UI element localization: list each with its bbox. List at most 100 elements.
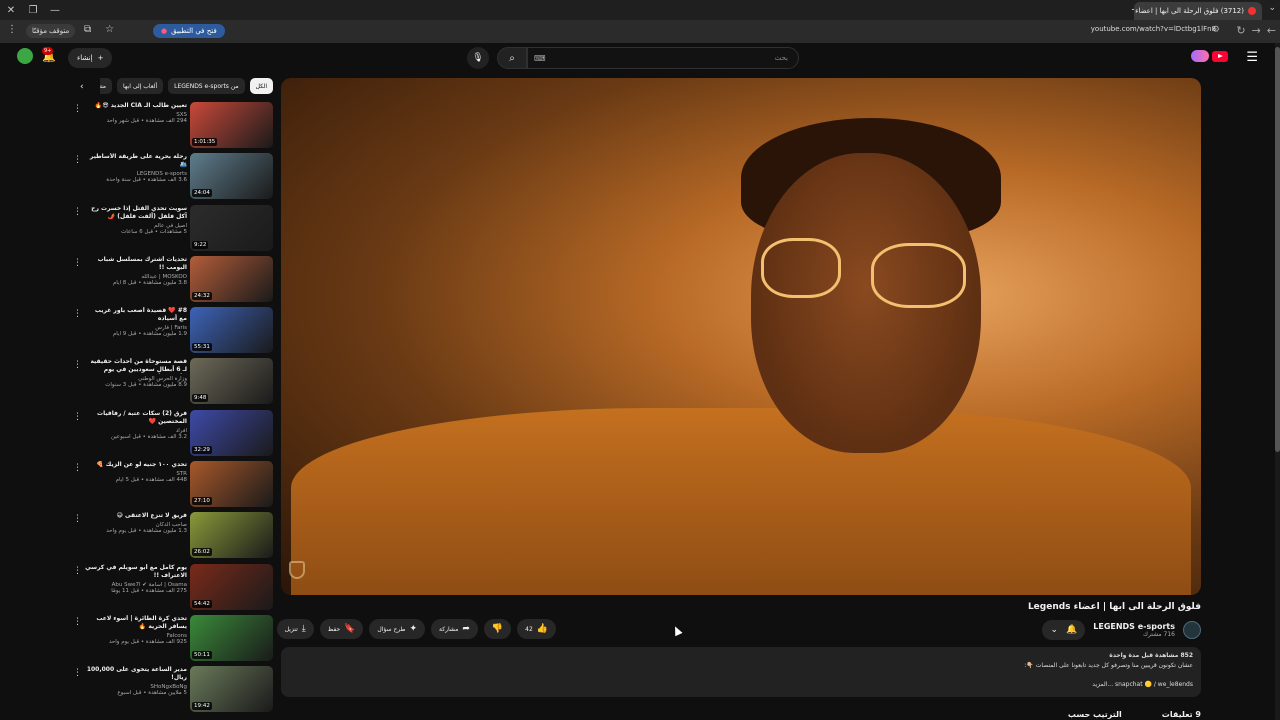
list-item[interactable]: 27:10 تحدي ١٠٠ جنيه لو عن الزيك 🍕 STR 44… [70,461,275,512]
video-thumbnail[interactable]: 24:32 [190,255,273,302]
description-text: عشان تكونون قريبين منا وتصرفو كل جديد تا… [1024,662,1193,669]
duration-badge: 32:29 [192,445,212,454]
download-button[interactable]: ⤓ تنزيل [276,619,314,639]
forward-icon[interactable]: → [1252,24,1261,37]
rec-title[interactable]: قصة مستوحاة من أحداث حقيقية لـ 6 أبطال س… [85,358,187,374]
like-button[interactable]: 👍 42 [517,619,556,639]
video-thumbnail[interactable]: 1:01:35 [190,102,273,148]
video-thumbnail[interactable]: 19:42 [190,666,273,713]
more-options-icon[interactable]: ⋮ [73,309,82,319]
more-options-icon[interactable]: ⋮ [73,463,82,473]
window-close-icon[interactable]: ✕ [0,0,22,20]
plus-icon: + [97,54,104,62]
sort-button[interactable]: الترتيب حسب [1068,710,1122,719]
rec-title[interactable]: تحدي كرة الطائرة | أسوء لاعب يسافر الحري… [85,615,187,631]
video-thumbnail[interactable]: 24:04 [190,153,273,200]
avatar[interactable] [17,48,33,64]
ask-button[interactable]: ✦ طرح سؤال [369,619,425,639]
share-button[interactable]: ➦ مشاركة [431,619,478,639]
more-options-icon[interactable]: ⋮ [73,514,82,524]
scrollbar-thumb[interactable] [1275,47,1280,452]
list-item[interactable]: 19:42 مدير الساعة يتخوى على 100,000 ريال… [70,666,275,717]
description-box[interactable]: 852 مشاهدة قبل مدة واحدة عشان تكونون قري… [281,647,1201,697]
subscribed-button[interactable]: 🔔 ⌄ [1042,620,1086,640]
video-thumbnail[interactable]: 55:31 [190,307,273,354]
rec-title[interactable]: فرق (2) سكات عتبة / رفاقيات المختصين ❤️ [85,410,187,426]
video-thumbnail[interactable]: 9:22 [190,204,273,251]
video-thumbnail[interactable]: 50:11 [190,614,273,661]
chevron-left-icon[interactable]: ‹ [80,82,84,92]
tab-search-chevron-icon[interactable]: ⌄ [1268,3,1276,13]
rec-title[interactable]: تحديات أشترك بمسلسل شباب البومب !! [85,256,187,272]
rec-title[interactable]: تحدي ١٠٠ جنيه لو عن الزيك 🍕 [85,461,187,469]
video-player[interactable] [281,78,1201,595]
chip-all[interactable]: الكل [249,78,273,94]
channel-avatar[interactable] [1183,621,1201,639]
save-button[interactable]: 🔖 حفظ [319,619,364,639]
description-more[interactable]: snapchat 🟡 / we_le8ends ...المزيد [289,681,1193,688]
chip-from-channel[interactable]: من LEGENDS e-sports [168,78,245,94]
back-icon[interactable]: ← [1267,24,1276,37]
rec-title[interactable]: رحلة بحرية على طريقة الأساطير 🛳️ [85,153,187,169]
channel-watermark-icon[interactable] [289,561,305,579]
search-button[interactable]: ⌕ [497,47,527,69]
list-item[interactable]: 24:32 تحديات أشترك بمسلسل شباب البومب !!… [70,255,275,307]
dislike-button[interactable]: 👎 [483,619,512,639]
voice-search-button[interactable]: 🎙 [467,47,489,69]
more-options-icon[interactable]: ⋮ [73,155,82,165]
rec-title[interactable]: سويت تحدي القتل إذا خسرت رح آكل فلفل (أل… [85,205,187,221]
list-item[interactable]: 55:31 #8 ❤️ قصيدة أصعب باور غريب مع أسيا… [70,307,275,358]
more-options-icon[interactable]: ⋮ [73,668,82,678]
window-minimize-icon[interactable]: — [44,0,66,20]
rec-title[interactable]: فريق لا تنزع الاعتقى 😅 [85,512,187,520]
view-stats: 852 مشاهدة قبل مدة واحدة [1109,652,1193,659]
duration-badge: 54:42 [192,599,212,608]
browser-menu-icon[interactable]: ⋮ [7,24,17,35]
video-thumbnail[interactable]: 9:48 [190,358,273,405]
extensions-icon[interactable]: ⧉ [84,24,91,35]
create-button[interactable]: إنشاء + [68,48,113,68]
paused-profile-chip[interactable]: متوقف مؤقتًا [26,24,76,38]
scrollbar[interactable] [1275,43,1280,720]
rec-title[interactable]: مدير الساعة يتخوى على 100,000 ريال! [85,666,187,682]
list-item[interactable]: 32:29 فرق (2) سكات عتبة / رفاقيات المختص… [70,409,275,461]
notifications-button[interactable]: 🔔 9+ [42,47,56,63]
list-item[interactable]: 54:42 يوم كامل مع أبو سويلم في كرسي الاع… [70,563,275,615]
browser-tab-active[interactable]: (3712) فلوق الرحلة الى ابها | اعضاء [1134,2,1262,20]
list-item[interactable]: 9:48 قصة مستوحاة من أحداث حقيقية لـ 6 أب… [70,358,275,409]
list-item[interactable]: 26:02 فريق لا تنزع الاعتقى 😅 صاحب الدكان… [70,512,275,563]
more-options-icon[interactable]: ⋮ [73,207,82,217]
more-options-icon[interactable]: ⋮ [73,360,82,370]
video-thumbnail[interactable]: 32:29 [190,409,273,456]
video-thumbnail[interactable]: 54:42 [190,563,273,610]
rec-text: تحديات أشترك بمسلسل شباب البومب !! MOSKO… [85,256,187,286]
more-options-icon[interactable]: ⋮ [73,104,82,114]
list-item[interactable]: 1:01:35 تعيين طالب الـ CIA الجديد 😎🔥 SXS… [70,102,275,153]
reload-icon[interactable]: ↻ [1236,24,1245,37]
youtube-logo[interactable] [1191,50,1228,62]
more-options-icon[interactable]: ⋮ [73,258,82,268]
list-item[interactable]: 24:04 رحلة بحرية على طريقة الأساطير 🛳️ L… [70,153,275,204]
download-icon: ⤓ [301,624,306,634]
channel-name[interactable]: LEGENDS e-sports [1093,622,1175,631]
list-item[interactable]: 9:22 سويت تحدي القتل إذا خسرت رح آكل فلف… [70,204,275,256]
more-options-icon[interactable]: ⋮ [73,617,82,627]
bookmark-star-icon[interactable]: ☆ [105,24,114,35]
window-restore-icon[interactable]: ❐ [22,0,44,20]
rec-title[interactable]: #8 ❤️ قصيدة أصعب باور غريب مع أسياده [85,307,187,323]
keyboard-icon[interactable]: ⌨ [534,54,546,63]
more-options-icon[interactable]: ⋮ [73,566,82,576]
rec-title[interactable]: يوم كامل مع أبو سويلم في كرسي الاعتراف !… [85,564,187,580]
search-input[interactable]: بحث ⌨ [527,47,799,69]
video-thumbnail[interactable]: 26:02 [190,512,273,559]
list-item[interactable]: 50:11 تحدي كرة الطائرة | أسوء لاعب يسافر… [70,614,275,666]
open-in-app-button[interactable]: ● فتح في التطبيق [153,24,225,38]
save-label: حفظ [327,625,341,633]
chip-related[interactable]: ألعاب إلى ابها [117,78,164,94]
video-thumbnail[interactable]: 27:10 [190,461,273,508]
menu-icon[interactable]: ☰ [1246,50,1258,65]
url-field[interactable]: youtube.com/watch?v=lDctbg1lFn8 [1091,25,1216,33]
chip-more[interactable]: متعلّق [100,78,113,94]
more-options-icon[interactable]: ⋮ [73,412,82,422]
rec-title[interactable]: تعيين طالب الـ CIA الجديد 😎🔥 [85,102,187,110]
